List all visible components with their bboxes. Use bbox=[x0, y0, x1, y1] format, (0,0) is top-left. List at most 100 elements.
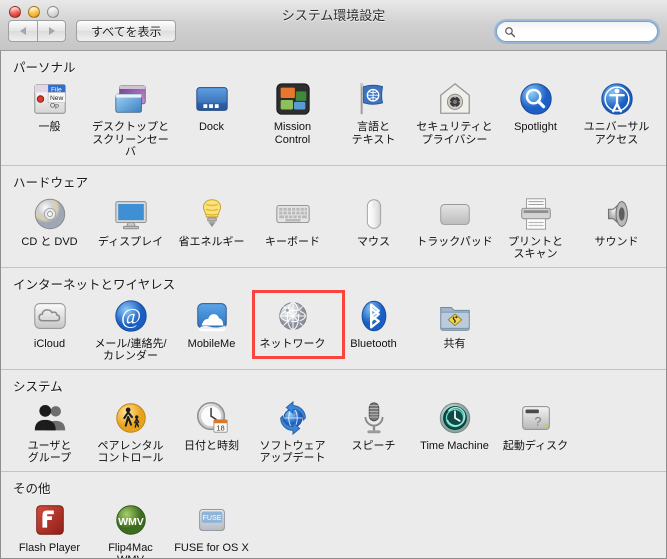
pref-pane-label: Flash Player bbox=[18, 541, 81, 554]
preferences-section: ハードウェア CD と DVD ディスプレイ 省エネルギー キーボード マウス … bbox=[1, 164, 666, 267]
pref-pane-mouse[interactable]: マウス bbox=[333, 193, 414, 261]
pref-pane-label: 日付と時刻 bbox=[184, 439, 239, 452]
section-title: システム bbox=[13, 379, 63, 394]
pref-pane-general[interactable]: File New Op 一般 bbox=[9, 78, 90, 159]
pref-pane-label: マウス bbox=[357, 235, 390, 248]
pref-pane-label: キーボード bbox=[265, 235, 320, 248]
pref-pane-label: iCloud bbox=[33, 337, 66, 350]
section-title: インターネットとワイヤレス bbox=[13, 277, 176, 292]
general-icon: File New Op bbox=[31, 80, 69, 118]
pref-pane-print-scan[interactable]: プリントと スキャン bbox=[495, 193, 576, 261]
pref-pane-security-privacy[interactable]: セキュリティと プライバシー bbox=[414, 78, 495, 159]
preferences-section: インターネットとワイヤレス iCloud @ メール/連絡先/ カレンダー Mob… bbox=[1, 266, 666, 369]
svg-text:?: ? bbox=[534, 414, 541, 428]
startup-disk-icon: ? bbox=[517, 399, 555, 437]
bluetooth-icon bbox=[355, 297, 393, 335]
search-field[interactable] bbox=[496, 21, 665, 42]
search-input[interactable] bbox=[519, 23, 665, 40]
pref-pane-label: サウンド bbox=[594, 235, 639, 248]
pref-pane-desktop-screensaver[interactable]: デスクトップと スクリーンセーバ bbox=[90, 78, 171, 159]
pref-pane-sound[interactable]: サウンド bbox=[576, 193, 657, 261]
pref-pane-label: セキュリティと プライバシー bbox=[416, 121, 493, 146]
preference-pane-grid: ユーザと グループ ペアレンタル コントロール 18 日付と時刻 ソフトウェア ア… bbox=[1, 397, 666, 471]
pref-pane-label: 言語と テキスト bbox=[351, 121, 396, 146]
pref-pane-speech[interactable]: スピーチ bbox=[333, 397, 414, 465]
date-time-icon: 18 bbox=[193, 399, 231, 437]
pref-pane-universal-access[interactable]: ユニバーサル アクセス bbox=[576, 78, 657, 159]
fuse-for-osx-icon: FUSE bbox=[193, 501, 231, 539]
pref-pane-users-groups[interactable]: ユーザと グループ bbox=[9, 397, 90, 465]
mouse-icon bbox=[355, 195, 393, 233]
pref-pane-fuse-for-osx[interactable]: FUSE FUSE for OS X bbox=[171, 499, 252, 559]
pref-pane-network[interactable]: ネットワーク bbox=[252, 289, 345, 363]
pref-pane-flip4mac-wmv[interactable]: WMV Flip4Mac WMV bbox=[90, 499, 171, 559]
pref-pane-flash-player[interactable]: Flash Player bbox=[9, 499, 90, 559]
trackpad-icon bbox=[436, 195, 474, 233]
title-bar: システム環境設定 すべてを表示 bbox=[0, 0, 667, 51]
preference-pane-grid: File New Op 一般 デスクトップと スクリーンセーバ Dock Mis… bbox=[1, 78, 666, 165]
navigation-buttons bbox=[8, 20, 66, 42]
mail-contacts-calendars-icon: @ bbox=[112, 297, 150, 335]
language-text-icon bbox=[355, 80, 393, 118]
back-arrow-icon bbox=[20, 27, 26, 35]
pref-pane-trackpad[interactable]: トラックパッド bbox=[414, 193, 495, 261]
pref-pane-keyboard[interactable]: キーボード bbox=[252, 193, 333, 261]
svg-text:FUSE: FUSE bbox=[202, 514, 221, 522]
pref-pane-dock[interactable]: Dock bbox=[171, 78, 252, 159]
section-title: その他 bbox=[13, 481, 51, 496]
pref-pane-startup-disk[interactable]: ? 起動ディスク bbox=[495, 397, 576, 465]
preference-pane-grid: Flash Player WMV Flip4Mac WMV FUSE FUSE f… bbox=[1, 499, 666, 559]
system-preferences-window: システム環境設定 すべてを表示 パーソナル File New Op 一般 デスク… bbox=[0, 0, 667, 559]
desktop-screensaver-icon bbox=[112, 80, 150, 118]
pref-pane-spotlight[interactable]: Spotlight bbox=[495, 78, 576, 159]
pref-pane-label: FUSE for OS X bbox=[174, 541, 249, 554]
pref-pane-label: 省エネルギー bbox=[178, 235, 245, 248]
pref-pane-display[interactable]: ディスプレイ bbox=[90, 193, 171, 261]
pref-pane-label: Flip4Mac WMV bbox=[108, 541, 153, 559]
pref-pane-label: ソフトウェア アップデート bbox=[259, 439, 326, 465]
pref-pane-label: MobileMe bbox=[187, 337, 236, 350]
pref-pane-mission-control[interactable]: Mission Control bbox=[252, 78, 333, 159]
icloud-icon bbox=[31, 297, 69, 335]
pref-pane-label: Time Machine bbox=[420, 439, 489, 452]
mission-control-icon bbox=[274, 80, 312, 118]
cd-dvd-icon bbox=[31, 195, 69, 233]
preference-pane-grid: CD と DVD ディスプレイ 省エネルギー キーボード マウス トラックパッド bbox=[1, 193, 666, 267]
spotlight-icon bbox=[517, 80, 555, 118]
forward-button[interactable] bbox=[37, 20, 66, 42]
sharing-icon bbox=[436, 297, 474, 335]
show-all-button[interactable]: すべてを表示 bbox=[76, 20, 177, 42]
pref-pane-mobileme[interactable]: MobileMe bbox=[171, 295, 252, 363]
pref-pane-software-update[interactable]: ソフトウェア アップデート bbox=[252, 397, 333, 465]
pref-pane-label: プリントと スキャン bbox=[508, 235, 563, 261]
pref-pane-label: CD と DVD bbox=[21, 235, 78, 248]
pref-pane-label: Mission Control bbox=[273, 121, 312, 146]
pref-pane-date-time[interactable]: 18 日付と時刻 bbox=[171, 397, 252, 465]
back-button[interactable] bbox=[8, 20, 37, 42]
keyboard-icon bbox=[274, 195, 312, 233]
section-title: パーソナル bbox=[13, 61, 76, 75]
pref-pane-label: ユーザと グループ bbox=[27, 439, 72, 465]
pref-pane-label: ユニバーサル アクセス bbox=[583, 121, 650, 146]
pref-pane-label: Dock bbox=[198, 121, 225, 133]
dock-icon bbox=[193, 80, 231, 118]
pref-pane-bluetooth[interactable]: Bluetooth bbox=[333, 295, 414, 363]
universal-access-icon bbox=[598, 80, 636, 118]
svg-text:New: New bbox=[50, 95, 63, 102]
pref-pane-sharing[interactable]: 共有 bbox=[414, 295, 495, 363]
pref-pane-label: スピーチ bbox=[351, 439, 396, 452]
pref-pane-energy-saver[interactable]: 省エネルギー bbox=[171, 193, 252, 261]
pref-pane-time-machine[interactable]: Time Machine bbox=[414, 397, 495, 465]
svg-text:WMV: WMV bbox=[118, 516, 144, 527]
pref-pane-language-text[interactable]: 言語と テキスト bbox=[333, 78, 414, 159]
forward-arrow-icon bbox=[48, 27, 55, 35]
display-icon bbox=[112, 195, 150, 233]
pref-pane-cd-dvd[interactable]: CD と DVD bbox=[9, 193, 90, 261]
pref-pane-label: ペアレンタル コントロール bbox=[97, 439, 164, 465]
pref-pane-icloud[interactable]: iCloud bbox=[9, 295, 90, 363]
preferences-content: パーソナル File New Op 一般 デスクトップと スクリーンセーバ Do… bbox=[0, 51, 667, 559]
search-icon bbox=[505, 26, 516, 37]
pref-pane-mail-contacts-calendars[interactable]: @ メール/連絡先/ カレンダー bbox=[90, 295, 171, 363]
pref-pane-parental-controls[interactable]: ペアレンタル コントロール bbox=[90, 397, 171, 465]
svg-text:18: 18 bbox=[216, 423, 224, 432]
